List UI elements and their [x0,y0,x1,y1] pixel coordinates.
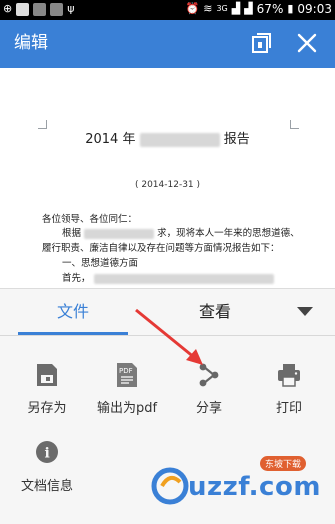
redacted-text [84,228,155,239]
save-as-label: 另存为 [27,401,67,416]
export-pdf-button[interactable]: PDF 输出为pdf [86,361,166,421]
document-title-suffix: 报告 [223,132,250,147]
battery-icon: ▮ [287,2,294,15]
document-title: 2014 年 报告 [0,128,335,147]
document-line-4: 首先， [62,270,274,284]
save-as-icon [37,364,57,386]
print-label: 打印 [275,401,302,416]
document-line-2: 履行职责、廉洁自律以及存在问题等方面情况报告如下： [42,243,280,254]
add-notification-icon: ⊕ [3,2,13,15]
share-label: 分享 [195,401,222,416]
share-button[interactable]: 分享 [168,361,248,421]
collapse-menu-icon[interactable] [297,307,313,316]
print-button[interactable]: 打印 [248,361,328,421]
active-tab-indicator [18,332,128,335]
usb-icon: ψ [67,2,75,15]
image-notification-icon [16,2,30,16]
document-line-1-start: 根据 [62,228,82,239]
status-bar: ⊕ ψ ⏰ ≋ 3G ▟ ▟ 67% ▮ 09:03 [0,0,335,20]
redacted-text [93,273,274,284]
app-bar: 编辑 [0,20,335,68]
save-as-button[interactable]: 另存为 [6,361,86,421]
pdf-icon-badge: PDF [119,367,133,375]
document-title-prefix: 2014 年 [85,132,136,147]
watermark-logo-icon [151,467,189,505]
document-line-3: 一、思想道德方面 [62,258,139,269]
signal-3g-label: 3G [216,4,228,13]
document-line-1-end: 求，现将本人一年来的思想道德、 [157,228,300,239]
export-pdf-label: 输出为pdf [96,401,158,416]
page-title: 编辑 [14,33,48,53]
document-preview[interactable]: 2014 年 报告 ( 2014-12-31 ) 各位领导、各位同仁： 根据 求… [0,68,335,288]
tab-file[interactable]: 文件 [18,289,128,335]
status-left-icons: ⊕ ψ [3,2,74,16]
close-icon [297,33,317,53]
clock-time: 09:03 [297,2,332,16]
wifi-icon: ≋ [203,2,213,15]
document-line-4-start: 首先， [62,273,91,284]
alarm-icon: ⏰ [185,2,200,15]
menu-tabs: 文件 查看 [0,289,335,336]
page-view-icon [252,33,271,53]
document-date: ( 2014-12-31 ) [134,180,201,190]
info-icon-glyph: i [45,446,50,462]
page-view-button[interactable] [248,30,274,56]
signal-icon: ▟ [231,2,241,15]
close-button[interactable] [294,30,320,56]
signal-icon-2: ▟ [244,2,253,15]
info-icon: i [36,441,58,463]
document-line-1: 根据 求，现将本人一年来的思想道德、 [62,225,300,239]
document-info-button[interactable]: i 文档信息 [6,439,86,499]
document-info-label: 文档信息 [20,479,73,494]
watermark-badge: 东坡下载 [260,456,307,471]
pdf-icon: PDF [117,363,137,387]
status-right-icons: ⏰ ≋ 3G ▟ ▟ 67% ▮ 09:03 [186,2,332,16]
app-notification-icon [33,2,47,16]
battery-percent: 67% [256,2,284,16]
watermark: uzzf.com 东坡下载 [150,448,330,518]
document-greeting: 各位领导、各位同仁： [42,214,138,225]
print-icon [278,364,300,387]
watermark-text: uzzf.com [188,472,321,502]
share-icon [199,363,219,387]
redacted-text [139,132,220,147]
app-notification-icon-2 [50,2,64,16]
tab-view[interactable]: 查看 [160,289,270,335]
